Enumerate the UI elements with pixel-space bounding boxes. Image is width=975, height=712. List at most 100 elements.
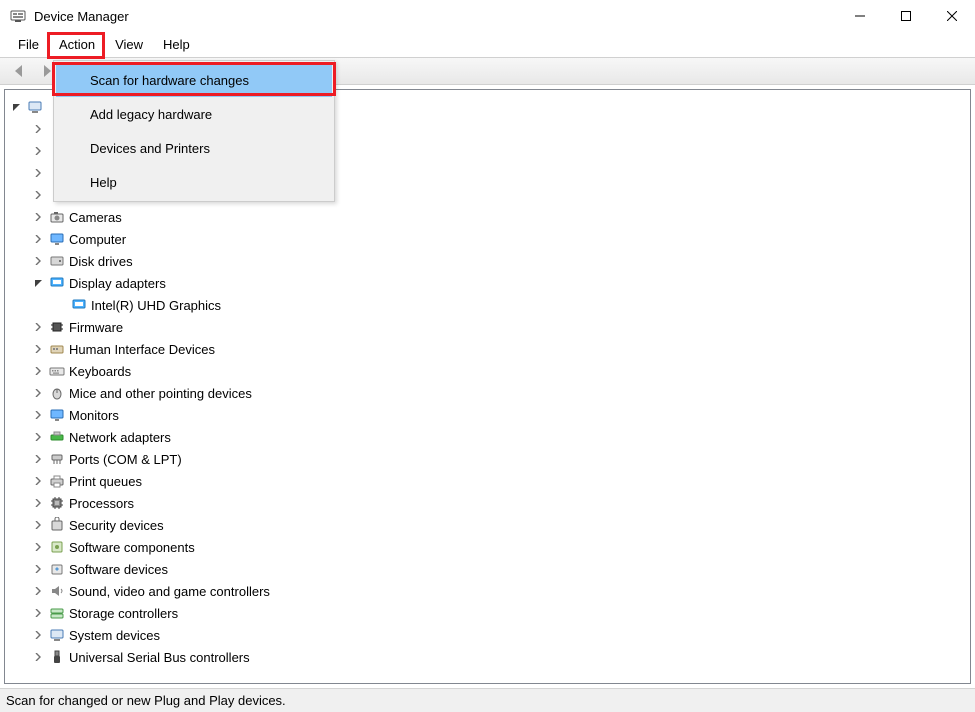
chevron-right-icon[interactable] xyxy=(31,518,45,532)
tree-label: Keyboards xyxy=(69,364,131,379)
status-bar: Scan for changed or new Plug and Play de… xyxy=(0,688,975,712)
tree-label: Sound, video and game controllers xyxy=(69,584,270,599)
tree-category-hid[interactable]: Human Interface Devices xyxy=(5,338,970,360)
menu-file[interactable]: File xyxy=(8,32,49,57)
action-dropdown: Scan for hardware changes Add legacy har… xyxy=(53,60,335,202)
tree-label: Software devices xyxy=(69,562,168,577)
chevron-right-icon[interactable] xyxy=(31,342,45,356)
title-bar: Device Manager xyxy=(0,0,975,32)
chevron-right-icon[interactable] xyxy=(31,540,45,554)
menu-action[interactable]: Action xyxy=(49,32,105,57)
chevron-right-icon[interactable] xyxy=(31,474,45,488)
chevron-right-icon[interactable] xyxy=(31,144,45,158)
tree-label: Computer xyxy=(69,232,126,247)
chevron-down-icon[interactable] xyxy=(31,276,45,290)
sound-icon xyxy=(49,583,65,599)
chevron-right-icon[interactable] xyxy=(31,386,45,400)
mouse-icon xyxy=(49,385,65,401)
software-icon xyxy=(49,539,65,555)
menu-help[interactable]: Help xyxy=(153,32,200,57)
chevron-right-icon[interactable] xyxy=(31,650,45,664)
chevron-right-icon[interactable] xyxy=(31,320,45,334)
tree-label: Universal Serial Bus controllers xyxy=(69,650,250,665)
tree-device-intel-uhd[interactable]: Intel(R) UHD Graphics xyxy=(5,294,970,316)
computer-icon xyxy=(27,99,43,115)
tree-label: Cameras xyxy=(69,210,122,225)
tree-category-keyboards[interactable]: Keyboards xyxy=(5,360,970,382)
tree-category-security[interactable]: Security devices xyxy=(5,514,970,536)
menu-add-legacy[interactable]: Add legacy hardware xyxy=(56,97,332,131)
menu-scan-hardware[interactable]: Scan for hardware changes xyxy=(56,63,332,97)
minimize-button[interactable] xyxy=(837,0,883,32)
tree-label: Intel(R) UHD Graphics xyxy=(91,298,221,313)
window-title: Device Manager xyxy=(34,9,129,24)
window-controls xyxy=(837,0,975,32)
chevron-right-icon[interactable] xyxy=(31,188,45,202)
hid-icon xyxy=(49,341,65,357)
tree-label: Monitors xyxy=(69,408,119,423)
tree-category-software-components[interactable]: Software components xyxy=(5,536,970,558)
tree-category-computer[interactable]: Computer xyxy=(5,228,970,250)
tree-label: Display adapters xyxy=(69,276,166,291)
tree-category-processors[interactable]: Processors xyxy=(5,492,970,514)
menu-devices-printers[interactable]: Devices and Printers xyxy=(56,131,332,165)
printer-icon xyxy=(49,473,65,489)
chevron-right-icon[interactable] xyxy=(31,562,45,576)
chevron-right-icon[interactable] xyxy=(31,584,45,598)
tree-category-disk-drives[interactable]: Disk drives xyxy=(5,250,970,272)
tree-category-sound[interactable]: Sound, video and game controllers xyxy=(5,580,970,602)
chevron-right-icon[interactable] xyxy=(31,210,45,224)
menu-view[interactable]: View xyxy=(105,32,153,57)
tree-category-storage[interactable]: Storage controllers xyxy=(5,602,970,624)
camera-icon xyxy=(49,209,65,225)
menu-help-item[interactable]: Help xyxy=(56,165,332,199)
chevron-right-icon[interactable] xyxy=(31,254,45,268)
chevron-right-icon[interactable] xyxy=(31,166,45,180)
tree-label: Firmware xyxy=(69,320,123,335)
chevron-right-icon[interactable] xyxy=(31,452,45,466)
system-icon xyxy=(49,627,65,643)
tree-category-firmware[interactable]: Firmware xyxy=(5,316,970,338)
chevron-right-icon[interactable] xyxy=(31,408,45,422)
chevron-right-icon[interactable] xyxy=(31,628,45,642)
tree-category-cameras[interactable]: Cameras xyxy=(5,206,970,228)
keyboard-icon xyxy=(49,363,65,379)
chevron-right-icon[interactable] xyxy=(31,496,45,510)
tree-category-display-adapters[interactable]: Display adapters xyxy=(5,272,970,294)
tree-label: Mice and other pointing devices xyxy=(69,386,252,401)
disk-icon xyxy=(49,253,65,269)
back-button[interactable] xyxy=(8,60,32,82)
chevron-right-icon[interactable] xyxy=(31,364,45,378)
cpu-icon xyxy=(49,495,65,511)
chevron-down-icon[interactable] xyxy=(9,100,23,114)
close-button[interactable] xyxy=(929,0,975,32)
menu-bar: File Action View Help xyxy=(0,32,975,57)
chevron-right-icon[interactable] xyxy=(31,122,45,136)
tree-category-ports[interactable]: Ports (COM & LPT) xyxy=(5,448,970,470)
tree-category-monitors[interactable]: Monitors xyxy=(5,404,970,426)
tree-category-print-queues[interactable]: Print queues xyxy=(5,470,970,492)
security-icon xyxy=(49,517,65,533)
tree-category-system[interactable]: System devices xyxy=(5,624,970,646)
tree-label: Ports (COM & LPT) xyxy=(69,452,182,467)
display-adapter-icon xyxy=(71,297,87,313)
tree-label: System devices xyxy=(69,628,160,643)
display-adapter-icon xyxy=(49,275,65,291)
tree-label: Security devices xyxy=(69,518,164,533)
tree-category-mice[interactable]: Mice and other pointing devices xyxy=(5,382,970,404)
tree-category-network[interactable]: Network adapters xyxy=(5,426,970,448)
software-device-icon xyxy=(49,561,65,577)
tree-category-usb[interactable]: Universal Serial Bus controllers xyxy=(5,646,970,668)
chevron-right-icon[interactable] xyxy=(31,606,45,620)
tree-label: Software components xyxy=(69,540,195,555)
tree-label: Processors xyxy=(69,496,134,511)
chevron-right-icon[interactable] xyxy=(31,232,45,246)
usb-icon xyxy=(49,649,65,665)
tree-label: Network adapters xyxy=(69,430,171,445)
chevron-right-icon[interactable] xyxy=(31,430,45,444)
maximize-button[interactable] xyxy=(883,0,929,32)
tree-label: Human Interface Devices xyxy=(69,342,215,357)
monitor-icon xyxy=(49,407,65,423)
tree-category-software-devices[interactable]: Software devices xyxy=(5,558,970,580)
port-icon xyxy=(49,451,65,467)
